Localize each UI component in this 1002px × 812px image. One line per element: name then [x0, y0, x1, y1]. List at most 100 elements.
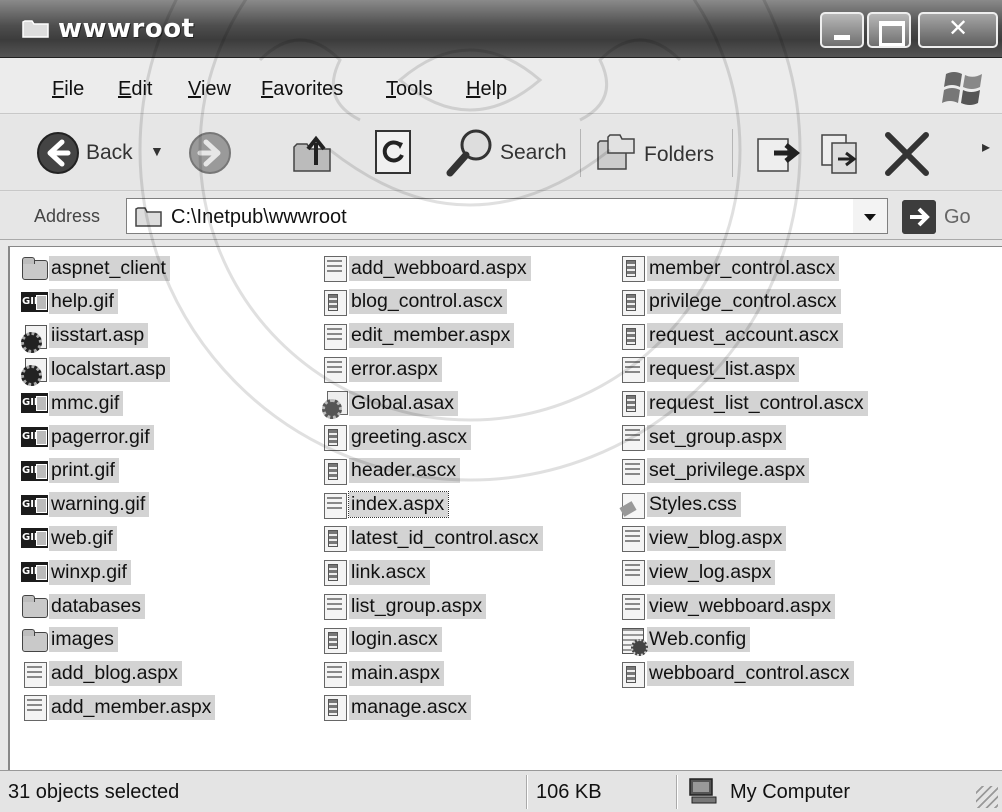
- file-item[interactable]: aspnet_client: [20, 253, 170, 283]
- file-item[interactable]: list_group.aspx: [320, 591, 487, 621]
- menu-help[interactable]: Help: [466, 78, 507, 101]
- file-name: link.ascx: [349, 559, 430, 585]
- file-item[interactable]: view_webboard.aspx: [618, 591, 836, 621]
- close-button[interactable]: ✕: [918, 12, 998, 48]
- menu-view[interactable]: View: [188, 78, 231, 101]
- file-name: edit_member.aspx: [349, 323, 515, 349]
- address-path[interactable]: C:\Inetpub\wwwroot: [171, 206, 347, 229]
- file-name: header.ascx: [349, 458, 461, 484]
- back-button[interactable]: Back ▼: [36, 129, 164, 177]
- file-item[interactable]: Web.config: [618, 625, 751, 656]
- minimize-button[interactable]: [820, 12, 864, 48]
- move-to-button[interactable]: [754, 129, 804, 177]
- search-label: Search: [500, 141, 567, 164]
- file-item[interactable]: add_webboard.aspx: [320, 253, 531, 283]
- file-name: iisstart.asp: [49, 323, 149, 349]
- copy-to-button[interactable]: [818, 129, 866, 177]
- file-item[interactable]: manage.ascx: [320, 692, 471, 722]
- file-name: aspnet_client: [49, 255, 170, 281]
- file-item[interactable]: latest_id_control.ascx: [320, 523, 543, 553]
- refresh-icon: [375, 130, 411, 174]
- file-item[interactable]: iisstart.asp: [20, 321, 149, 353]
- delete-button[interactable]: [882, 129, 932, 179]
- address-bar: Address C:\Inetpub\wwwroot Go: [0, 192, 1002, 240]
- file-item[interactable]: add_member.aspx: [20, 692, 216, 722]
- search-button[interactable]: Search: [444, 125, 574, 179]
- file-item[interactable]: privilege_control.ascx: [618, 287, 841, 317]
- file-name: print.gif: [49, 458, 119, 484]
- file-name: set_privilege.aspx: [647, 458, 810, 484]
- file-item[interactable]: view_log.aspx: [618, 557, 776, 587]
- address-dropdown-button[interactable]: [853, 199, 887, 233]
- toolbar-separator: [580, 129, 581, 177]
- toolbar-overflow-icon[interactable]: ▸: [982, 137, 990, 157]
- folders-button[interactable]: Folders: [596, 129, 722, 177]
- file-item[interactable]: link.ascx: [320, 557, 430, 587]
- file-item[interactable]: set_group.aspx: [618, 422, 787, 452]
- file-item[interactable]: warning.gif: [20, 490, 150, 520]
- file-item[interactable]: view_blog.aspx: [618, 523, 787, 553]
- file-item[interactable]: request_account.ascx: [618, 321, 843, 351]
- file-name: view_webboard.aspx: [647, 593, 836, 619]
- file-item[interactable]: Global.asax: [320, 388, 458, 420]
- menu-file[interactable]: File: [52, 78, 84, 101]
- go-button[interactable]: Go: [902, 200, 982, 234]
- selection-count: 31 objects selected: [8, 781, 180, 803]
- file-name: greeting.ascx: [349, 424, 471, 450]
- maximize-button[interactable]: [867, 12, 911, 48]
- aspx-icon: [320, 254, 348, 282]
- go-label: Go: [944, 206, 971, 228]
- file-name: privilege_control.ascx: [647, 289, 841, 315]
- file-item[interactable]: request_list.aspx: [618, 354, 800, 384]
- folder-icon: [22, 20, 49, 38]
- file-item[interactable]: login.ascx: [320, 625, 442, 655]
- ascx-icon: [320, 457, 348, 485]
- forward-button[interactable]: [188, 131, 232, 175]
- resize-grip[interactable]: [976, 786, 998, 808]
- file-item[interactable]: member_control.ascx: [618, 253, 840, 283]
- file-name: images: [49, 627, 118, 653]
- gif-icon: [20, 558, 48, 586]
- file-item[interactable]: set_privilege.aspx: [618, 456, 810, 486]
- back-dropdown-icon[interactable]: ▼: [150, 143, 164, 159]
- file-item[interactable]: webboard_control.ascx: [618, 659, 854, 689]
- refresh-button[interactable]: [370, 127, 418, 177]
- file-item[interactable]: pagerror.gif: [20, 422, 154, 452]
- file-item[interactable]: mmc.gif: [20, 388, 124, 418]
- menu-edit[interactable]: Edit: [118, 78, 152, 101]
- up-folder-button[interactable]: [290, 129, 338, 177]
- file-item[interactable]: print.gif: [20, 456, 119, 486]
- go-arrow-icon: [902, 200, 936, 234]
- file-item[interactable]: index.aspx: [320, 490, 450, 520]
- gif-icon: [20, 389, 48, 417]
- file-item[interactable]: web.gif: [20, 523, 117, 553]
- file-item[interactable]: databases: [20, 591, 145, 621]
- title-bar[interactable]: wwwroot ✕: [0, 0, 1002, 58]
- menu-favorites[interactable]: Favorites: [261, 78, 343, 101]
- file-item[interactable]: localstart.asp: [20, 354, 170, 387]
- file-item[interactable]: edit_member.aspx: [320, 321, 515, 351]
- file-item[interactable]: Styles.css: [618, 490, 741, 520]
- file-item[interactable]: greeting.ascx: [320, 422, 471, 452]
- file-item[interactable]: blog_control.ascx: [320, 287, 507, 317]
- file-item[interactable]: add_blog.aspx: [20, 659, 182, 689]
- gif-icon: [20, 288, 48, 316]
- file-item[interactable]: help.gif: [20, 287, 118, 317]
- asp-icon: [20, 322, 48, 353]
- file-name: set_group.aspx: [647, 424, 787, 450]
- aspx-icon: [618, 592, 646, 620]
- file-list[interactable]: aspnet_client help.gif iisstart.asp localst…: [8, 246, 1002, 770]
- file-name: main.aspx: [349, 661, 444, 687]
- file-name: Global.asax: [349, 390, 458, 416]
- file-item[interactable]: header.ascx: [320, 456, 461, 486]
- ascx-icon: [320, 626, 348, 654]
- asp-icon: [20, 355, 48, 387]
- file-item[interactable]: request_list_control.ascx: [618, 388, 868, 418]
- menu-tools[interactable]: Tools: [386, 78, 433, 101]
- file-item[interactable]: error.aspx: [320, 354, 442, 384]
- file-item[interactable]: winxp.gif: [20, 557, 131, 587]
- ascx-icon: [618, 660, 646, 688]
- file-item[interactable]: images: [20, 625, 118, 655]
- file-item[interactable]: main.aspx: [320, 659, 444, 689]
- address-field[interactable]: C:\Inetpub\wwwroot: [126, 198, 888, 234]
